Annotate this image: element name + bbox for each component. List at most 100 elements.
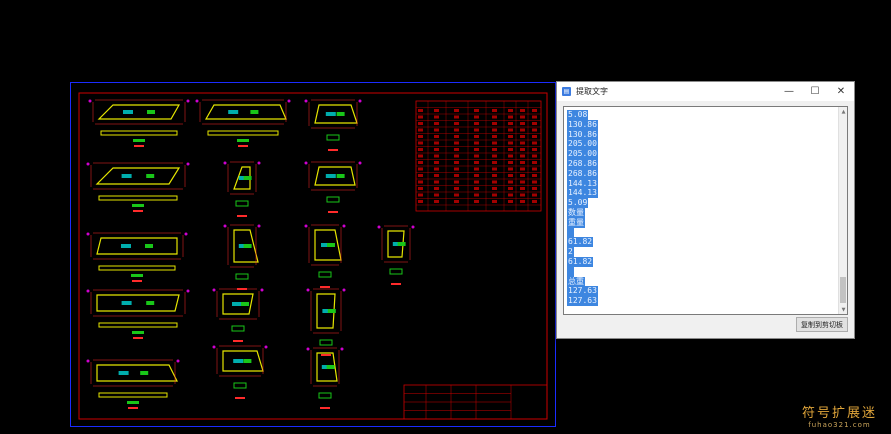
table-cell-text: [418, 135, 423, 138]
table-cell-text: [492, 193, 497, 197]
table-cell-text: [474, 154, 479, 158]
table-cell-text: [418, 161, 423, 164]
table-cell-text: [434, 193, 439, 197]
extracted-text-line: [567, 227, 574, 238]
table-cell-text: [454, 115, 459, 119]
table-cell-text: [492, 122, 497, 125]
site-watermark: 符号扩展迷 fuhao321.com: [802, 406, 877, 430]
part-name: [320, 407, 330, 409]
part-mark: [146, 301, 155, 305]
table-cell-text: [532, 161, 537, 164]
scrollbar-thumb[interactable]: [840, 277, 846, 303]
part-mark: [121, 174, 132, 178]
dialog-titlebar[interactable]: ▤ 提取文字 — ☐ ✕: [557, 82, 854, 101]
maximize-button[interactable]: ☐: [802, 82, 828, 101]
marker: [223, 224, 227, 228]
marker: [86, 232, 90, 236]
marker: [195, 99, 199, 103]
extracted-text-line: 数量: [567, 207, 585, 218]
marker: [342, 288, 346, 292]
table-cell-text: [520, 167, 525, 171]
part-mark: [243, 359, 252, 363]
part-mark: [146, 174, 155, 178]
app-icon: ▤: [562, 87, 571, 96]
marker: [186, 289, 190, 293]
table-cell-text: [508, 115, 513, 119]
extracted-text-line: [567, 266, 574, 277]
table-cell-text: [454, 128, 459, 132]
table-cell-text: [520, 187, 525, 190]
part-name: [391, 283, 401, 285]
table-cell-text: [474, 167, 479, 171]
table-cell-text: [508, 135, 513, 138]
table-cell-text: [418, 174, 423, 177]
part-mark: [233, 359, 244, 363]
marker: [212, 345, 216, 349]
part-mark: [228, 110, 239, 114]
table-cell-text: [508, 174, 513, 177]
marker: [86, 289, 90, 293]
marker: [186, 99, 190, 103]
extract-text-dialog: ▤ 提取文字 — ☐ ✕ 5.08 130.86 130.86 205.00 205.0…: [556, 81, 855, 339]
table-cell-text: [474, 109, 479, 112]
table-cell-text: [532, 180, 537, 184]
table-cell-text: [474, 193, 479, 197]
marker: [287, 99, 291, 103]
part-mark: [326, 365, 335, 369]
cad-drawing-canvas[interactable]: [70, 82, 556, 427]
table-cell-text: [492, 148, 497, 151]
part-strip: [98, 265, 176, 271]
scroll-up-arrow-icon[interactable]: ▲: [839, 107, 847, 116]
vertical-scrollbar[interactable]: ▲ ▼: [838, 107, 847, 314]
table-cell-text: [492, 200, 497, 203]
table-cell-text: [520, 148, 525, 151]
table-cell-text: [474, 174, 479, 177]
table-cell-text: [520, 109, 525, 112]
close-button[interactable]: ✕: [828, 82, 854, 101]
marker: [186, 162, 190, 166]
table-cell-text: [418, 122, 423, 125]
table-cell-text: [508, 187, 513, 190]
minimize-button[interactable]: —: [776, 82, 802, 101]
table-cell-text: [454, 109, 459, 112]
table-cell-text: [508, 148, 513, 151]
copy-to-clipboard-button[interactable]: 复制到剪切板: [796, 317, 848, 332]
table-cell-text: [454, 135, 459, 138]
table-cell-text: [434, 122, 439, 125]
marker: [342, 224, 346, 228]
table-cell-text: [454, 154, 459, 158]
marker: [184, 232, 188, 236]
table-cell-text: [508, 161, 513, 164]
table-cell-text: [434, 135, 439, 138]
marker: [358, 99, 362, 103]
table-cell-text: [418, 187, 423, 190]
table-cell-text: [492, 180, 497, 184]
table-cell-text: [492, 115, 497, 119]
part-name: [237, 215, 247, 217]
part-label: [233, 382, 247, 389]
table-cell-text: [532, 109, 537, 112]
table-cell-text: [418, 180, 423, 184]
table-cell-text: [418, 115, 423, 119]
marker: [304, 161, 308, 165]
part-strip: [98, 322, 178, 328]
part-label: [326, 134, 340, 141]
extracted-text-line: 总重: [567, 276, 585, 287]
extracted-text-area[interactable]: 5.08 130.86 130.86 205.00 205.00 268.86 268.86…: [563, 106, 848, 315]
part-mark: [250, 110, 259, 114]
extracted-text-line: 127.63: [567, 286, 598, 297]
table-cell-text: [434, 187, 439, 190]
scroll-down-arrow-icon[interactable]: ▼: [839, 305, 847, 314]
part-mark: [118, 371, 129, 375]
part-mark: [140, 371, 149, 375]
table-cell-text: [474, 161, 479, 164]
table-cell-text: [492, 174, 497, 177]
part-strip: [98, 392, 168, 398]
part-mark: [336, 112, 345, 116]
part-outline: [314, 104, 358, 124]
table-cell-text: [492, 167, 497, 171]
table-cell-text: [474, 187, 479, 190]
part-outline: [204, 104, 287, 120]
extracted-text-line: 5.09: [567, 198, 589, 208]
marker: [377, 225, 381, 229]
